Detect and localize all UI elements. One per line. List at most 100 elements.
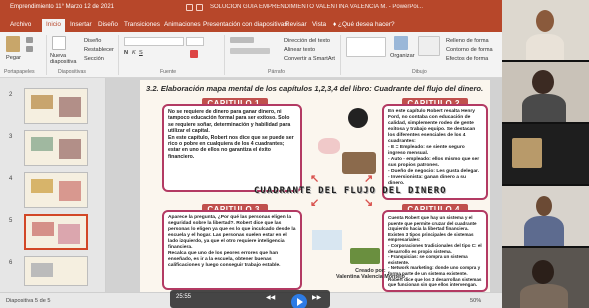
avatar-body [520,284,568,308]
group-dibujo: Dibujo [412,69,427,75]
money-head-icon [348,108,368,128]
center-title[interactable]: CUADRANTE DEL FLUJO DEL DINERO [254,186,447,196]
slide-number: 5 [9,218,13,224]
participant-video[interactable] [502,0,589,60]
slide-thumbnail-panel: 2 3 4 5 6 [0,78,106,292]
underline-button[interactable]: S [139,50,143,56]
arrow-down-left-icon: ↙ [310,197,320,209]
paste-label[interactable]: Pegar [6,55,21,61]
tab-diseno[interactable]: Diseño [98,21,118,28]
slide-number: 3 [9,134,13,140]
business-people-image [312,230,342,250]
avatar-body [524,216,564,246]
slide-thumbnail[interactable] [24,172,88,208]
tab-archivo[interactable]: Archivo [10,21,31,28]
align-text-button[interactable]: Alinear texto [284,47,315,53]
participant-video[interactable] [502,248,589,308]
font-name-field[interactable] [124,37,184,46]
rewind-icon[interactable]: ◀◀ [266,294,275,301]
video-participants [502,0,589,308]
new-slide-label[interactable]: Nueva diapositiva [50,53,80,65]
window-title: Emprendimiento 11° Marzo 12 de 2021 [10,4,115,10]
shape-outline-button[interactable]: Contorno de forma [446,47,493,53]
money-image [342,152,376,174]
slide-number: 4 [9,176,13,182]
participant-video[interactable] [502,62,589,122]
section-button[interactable]: Sección [84,56,104,62]
slide-title[interactable]: 3.2. Elaboración mapa mental de los capí… [146,84,483,93]
chapter-2-text: En este capítulo Robert resalta Henry Fo… [388,109,480,186]
slide-thumbnail[interactable] [24,256,88,286]
arrow-down-right-icon: ↘ [364,197,374,209]
group-diapositivas: Diapositivas [58,69,86,75]
arrow-up-right-icon: ↗ [364,173,374,185]
slide-thumbnail[interactable] [24,130,88,166]
avatar [532,70,554,94]
tab-inicio[interactable]: Inicio [42,19,65,32]
organize-icon[interactable] [394,36,408,50]
tab-vista[interactable]: Vista [312,21,326,28]
tab-animaciones[interactable]: Animaciones [164,21,201,28]
undo-icon[interactable] [196,4,203,11]
tab-presentacion[interactable]: Presentación con diapositivas [203,21,288,28]
piggy-bank-image [318,138,340,154]
save-icon[interactable] [186,4,193,11]
tab-transiciones[interactable]: Transiciones [124,21,160,28]
quick-styles-icon[interactable] [418,36,440,56]
cut-icon[interactable] [26,37,33,43]
new-slide-icon[interactable] [52,36,66,50]
separator [340,35,341,75]
chapter-1-text: No se requiere de dinero para ganar dine… [168,109,294,160]
font-color-icon[interactable] [190,50,198,58]
avatar-body [526,34,564,60]
paste-icon[interactable] [6,36,20,52]
participant-video[interactable] [502,124,589,184]
slide-thumbnail-selected[interactable] [24,214,88,250]
slide-editor: 3.2. Elaboración mapa mental de los capí… [106,78,502,292]
slide-info: Diapositiva 5 de 5 [6,298,51,304]
group-portapapeles: Portapapeles [4,69,35,75]
screen: Emprendimiento 11° Marzo 12 de 2021 SOLU… [0,0,589,308]
shape-fill-button[interactable]: Relleno de forma [446,38,489,44]
text-direction-button[interactable]: Dirección del texto [284,38,330,44]
reset-button[interactable]: Restablecer [84,47,114,53]
avatar [536,10,554,32]
slide-thumbnail[interactable] [24,88,88,124]
zoom-level[interactable]: 50% [470,298,481,304]
avatar-body [512,138,542,168]
bullets-icon[interactable] [230,37,254,43]
coins-plant-image [350,248,380,264]
separator [224,35,225,75]
italic-button[interactable]: K [132,50,136,56]
bold-button[interactable]: N [124,50,128,56]
play-button[interactable] [291,294,307,308]
separator [46,35,47,75]
font-size-field[interactable] [186,37,204,46]
tab-insertar[interactable]: Insertar [70,21,92,28]
shapes-gallery[interactable] [346,37,386,57]
arrow-up-left-icon: ↖ [310,173,320,185]
tab-revisar[interactable]: Revisar [285,21,307,28]
slide-canvas[interactable]: 3.2. Elaboración mapa mental de los capí… [140,80,490,292]
credit: Creado por: Valentina Valencia Montejo [336,268,405,280]
chapter-3-text: Aparece la pregunta, ¿Por qué las person… [168,215,296,268]
chapter-3-box[interactable]: Aparece la pregunta, ¿Por qué las person… [162,210,302,290]
chapter-1-box[interactable]: No se requiere de dinero para ganar dine… [162,104,302,192]
credit-line-2: Valentina Valencia Montejo [336,274,405,280]
align-icons[interactable] [230,48,270,54]
forward-icon[interactable]: ▶▶ [312,294,321,301]
tell-me-search[interactable]: ♦ ¿Qué desea hacer? [333,21,395,28]
separator [118,35,119,75]
ribbon-tabs: Archivo Inicio Insertar Diseño Transicio… [0,17,502,32]
participant-video[interactable] [502,186,589,246]
avatar [532,260,554,284]
shape-effects-button[interactable]: Efectos de forma [446,56,488,62]
layout-button[interactable]: Diseño [84,38,101,44]
slide-number: 6 [9,260,13,266]
time-readout: 25:55 [176,294,192,300]
avatar [536,196,552,216]
organize-button[interactable]: Organizar [390,53,415,59]
powerpoint-window: Emprendimiento 11° Marzo 12 de 2021 SOLU… [0,0,502,308]
copy-icon[interactable] [26,46,33,52]
smartart-button[interactable]: Convertir a SmartArt [284,56,335,62]
